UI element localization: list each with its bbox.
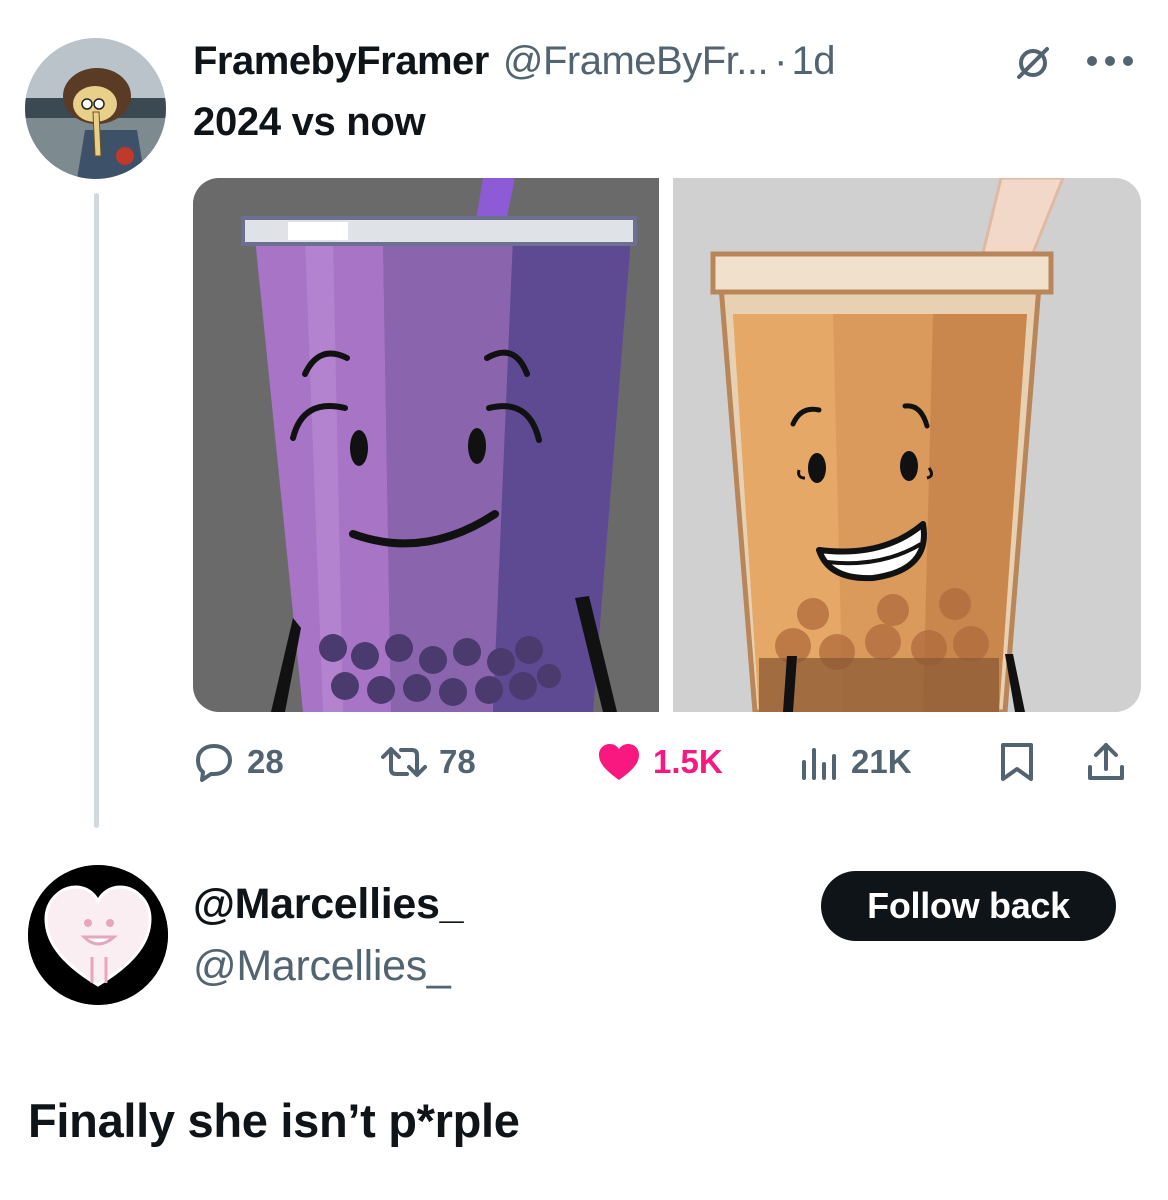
media-panel-now[interactable] [673,178,1141,712]
reply-author-avatar[interactable] [28,865,168,1005]
like-button[interactable]: 1.5K [597,740,723,784]
thread-line [94,193,99,828]
tweet-media[interactable] [193,178,1141,712]
view-count: 21K [851,743,912,780]
tweet-author-avatar[interactable] [25,38,166,179]
author-display-name[interactable]: FramebyFramer [193,39,489,84]
more-options-icon[interactable] [1082,44,1138,78]
tweet-text: 2024 vs now [193,100,426,144]
reply-count: 28 [247,743,284,780]
bookmark-button[interactable] [999,740,1035,784]
heart-icon [599,744,639,780]
media-panel-2024[interactable] [193,178,659,712]
tweet-timestamp[interactable]: 1d [791,39,835,84]
reply-text: Finally she isn’t p*rple [28,1094,520,1147]
like-count: 1.5K [653,743,723,780]
reply-avatar-illustration [28,865,168,1005]
avatar-illustration [25,38,166,179]
grok-icon-svg [1017,47,1049,79]
reply-author-name[interactable]: @Marcellies_ [193,880,464,929]
tweet-header: FramebyFramer @FrameByFr... · 1d [193,38,835,84]
tweet-actions: 28 78 1.5K 21K [193,740,1141,784]
follow-back-button[interactable]: Follow back [821,871,1116,941]
author-handle[interactable]: @FrameByFr... [503,39,769,84]
grok-icon[interactable] [1010,40,1056,86]
views-button[interactable]: 21K [799,740,912,784]
share-icon [1088,743,1124,780]
repost-count: 78 [439,743,476,780]
more-dots [1087,56,1133,66]
views-icon [802,748,836,780]
separator-dot: · [774,38,788,83]
reply-author-handle[interactable]: @Marcellies_ [193,942,451,991]
repost-button[interactable]: 78 [381,740,476,784]
reply-icon [196,744,232,782]
repost-icon [381,747,427,777]
share-button[interactable] [1085,740,1127,784]
bookmark-icon [1001,743,1033,781]
reply-button[interactable]: 28 [193,740,284,784]
